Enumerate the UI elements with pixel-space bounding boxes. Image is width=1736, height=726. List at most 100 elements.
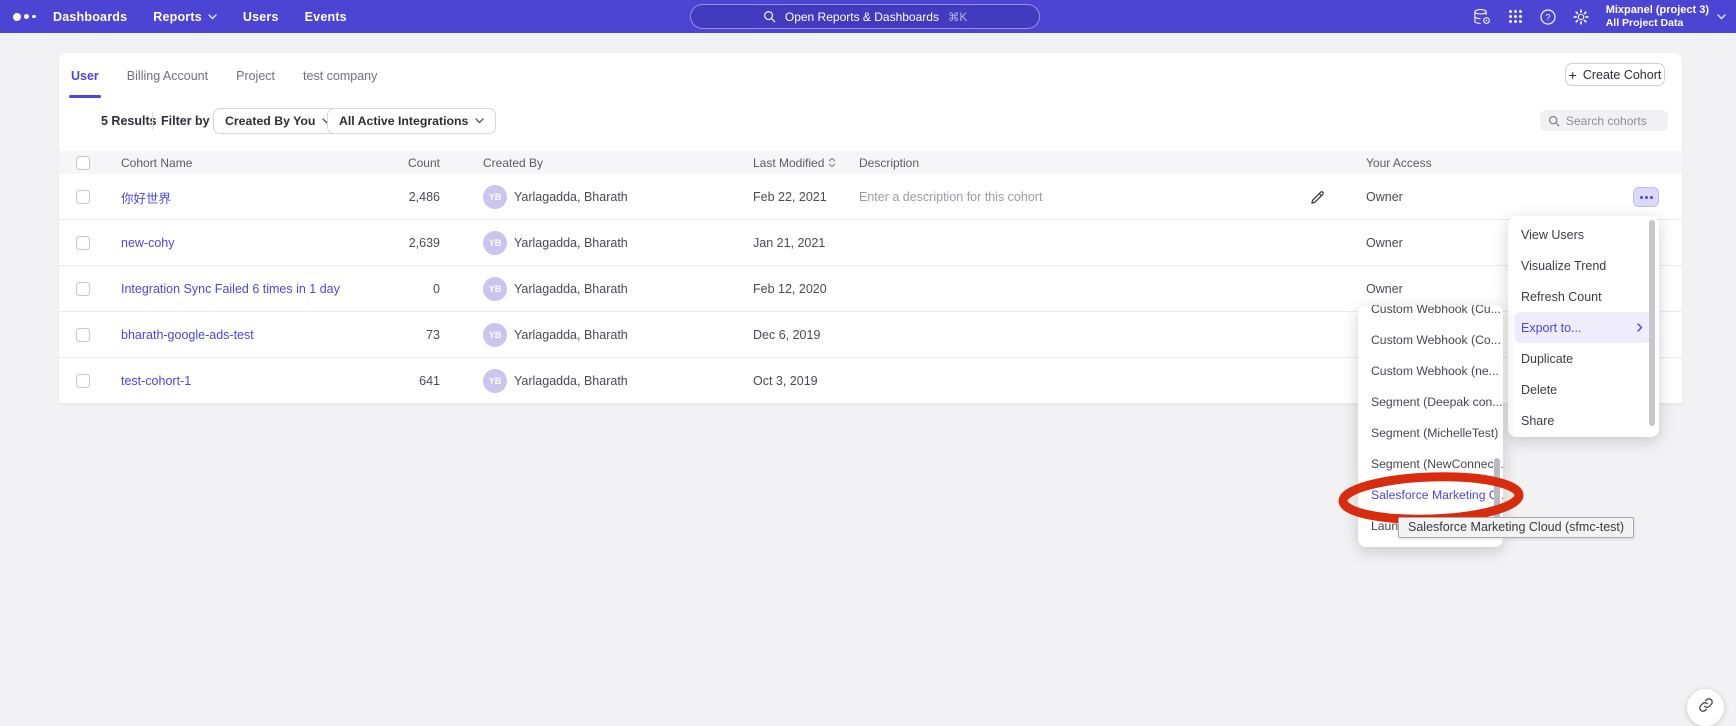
- project-name: Mixpanel (project 3): [1606, 4, 1709, 17]
- tab-project[interactable]: Project: [234, 53, 277, 98]
- cohort-count: 641: [330, 358, 440, 404]
- avatar: YB: [483, 323, 507, 347]
- submenu-item-segment-3[interactable]: Segment (NewConnec...: [1358, 448, 1503, 479]
- select-all-checkbox[interactable]: [76, 156, 90, 170]
- menu-item-duplicate[interactable]: Duplicate: [1508, 343, 1659, 374]
- submenu-scrollbar[interactable]: [1494, 458, 1500, 522]
- submenu-item-salesforce-marketing-cloud[interactable]: Salesforce Marketing C...: [1358, 479, 1503, 510]
- help-icon[interactable]: ?: [1540, 9, 1556, 25]
- cohort-count: 2,639: [330, 220, 440, 266]
- menu-item-refresh-count[interactable]: Refresh Count: [1508, 281, 1659, 312]
- col-created-by: Created By: [483, 151, 543, 174]
- export-to-submenu: Custom Webhook (Cu... Custom Webhook (Co…: [1358, 305, 1503, 547]
- description-placeholder[interactable]: Enter a description for this cohort: [859, 174, 1042, 220]
- data-settings-icon[interactable]: [1472, 8, 1491, 25]
- link-icon: [1698, 697, 1714, 718]
- mixpanel-logo-icon[interactable]: [13, 0, 36, 33]
- menu-item-delete[interactable]: Delete: [1508, 374, 1659, 405]
- project-scope: All Project Data: [1606, 17, 1709, 30]
- creator-name: Yarlagadda, Bharath: [514, 266, 628, 312]
- primary-nav: Dashboards Reports Users Events: [40, 0, 360, 33]
- cohort-name-link[interactable]: test-cohort-1: [121, 374, 191, 388]
- col-count: Count: [330, 151, 440, 174]
- submenu-item-custom-webhook-2[interactable]: Custom Webhook (Co...: [1358, 324, 1503, 355]
- menu-item-share[interactable]: Share: [1508, 405, 1659, 436]
- avatar: YB: [483, 369, 507, 393]
- access-level: Owner: [1366, 220, 1403, 266]
- col-description: Description: [859, 151, 919, 174]
- filter-by-label: Filter by: [161, 108, 210, 134]
- nav-events[interactable]: Events: [292, 0, 360, 33]
- table-row: new-cohy 2,639 YB Yarlagadda, Bharath Ja…: [59, 220, 1682, 266]
- submenu-item-segment-2[interactable]: Segment (MichelleTest): [1358, 417, 1503, 448]
- search-cohorts-input[interactable]: [1566, 114, 1660, 128]
- navbar-right: ? Mixpanel (project 3) All Project Data: [1472, 0, 1726, 33]
- divider: [152, 112, 153, 130]
- creator-name: Yarlagadda, Bharath: [514, 358, 628, 404]
- row-context-menu: View Users Visualize Trend Refresh Count…: [1508, 216, 1659, 437]
- access-level: Owner: [1366, 174, 1403, 220]
- cohort-name-link[interactable]: bharath-google-ads-test: [121, 328, 254, 342]
- row-more-options-button[interactable]: [1633, 187, 1659, 207]
- submenu-item-custom-webhook-1[interactable]: Custom Webhook (Cu...: [1358, 305, 1503, 324]
- tab-test-company[interactable]: test company: [301, 53, 379, 98]
- submenu-item-custom-webhook-3[interactable]: Custom Webhook (ne...: [1358, 355, 1503, 386]
- cohort-count: 0: [330, 266, 440, 312]
- cohort-name-link[interactable]: new-cohy: [121, 236, 175, 250]
- avatar: YB: [483, 185, 507, 209]
- global-search-bar[interactable]: Open Reports & Dashboards ⌘K: [690, 4, 1040, 29]
- menu-item-view-users[interactable]: View Users: [1508, 219, 1659, 250]
- tab-billing-account[interactable]: Billing Account: [125, 53, 210, 98]
- col-cohort-name: Cohort Name: [121, 151, 192, 174]
- plus-icon: +: [1569, 68, 1577, 82]
- share-link-button[interactable]: [1687, 689, 1724, 726]
- row-checkbox[interactable]: [76, 190, 90, 204]
- submenu-item-segment-1[interactable]: Segment (Deepak con...: [1358, 386, 1503, 417]
- top-navbar: Dashboards Reports Users Events Open Rep…: [0, 0, 1736, 33]
- menu-item-export-to[interactable]: Export to...: [1515, 312, 1652, 343]
- creator-name: Yarlagadda, Bharath: [514, 220, 628, 266]
- menu-scrollbar[interactable]: [1649, 220, 1655, 426]
- menu-item-visualize-trend[interactable]: Visualize Trend: [1508, 250, 1659, 281]
- chevron-down-icon: [1717, 14, 1726, 20]
- chevron-down-icon: [475, 118, 484, 124]
- results-count: 5 Results: [101, 108, 157, 134]
- svg-text:?: ?: [1545, 12, 1550, 22]
- row-checkbox[interactable]: [76, 374, 90, 388]
- sort-icon: [828, 157, 836, 168]
- last-modified: Dec 6, 2019: [753, 312, 820, 358]
- create-cohort-button[interactable]: + Create Cohort: [1565, 63, 1665, 86]
- last-modified: Oct 3, 2019: [753, 358, 818, 404]
- global-search-placeholder: Open Reports & Dashboards: [785, 10, 939, 24]
- col-your-access: Your Access: [1366, 151, 1432, 174]
- nav-users[interactable]: Users: [230, 0, 292, 33]
- nav-reports[interactable]: Reports: [140, 0, 230, 33]
- project-switcher[interactable]: Mixpanel (project 3) All Project Data: [1606, 4, 1726, 30]
- search-shortcut-hint: ⌘K: [948, 10, 967, 24]
- last-modified: Feb 22, 2021: [753, 174, 827, 220]
- creator-name: Yarlagadda, Bharath: [514, 312, 628, 358]
- search-icon: [1548, 115, 1560, 127]
- creator-name: Yarlagadda, Bharath: [514, 174, 628, 220]
- tab-bar: User Billing Account Project test compan…: [69, 53, 379, 98]
- tab-user[interactable]: User: [69, 53, 101, 98]
- integrations-filter-dropdown[interactable]: All Active Integrations: [327, 108, 496, 134]
- row-checkbox[interactable]: [76, 328, 90, 342]
- table-header: Cohort Name Count Created By Last Modifi…: [59, 151, 1682, 174]
- col-last-modified[interactable]: Last Modified: [753, 151, 836, 174]
- apps-grid-icon[interactable]: [1508, 9, 1523, 24]
- search-icon: [763, 10, 776, 23]
- cohort-name-link[interactable]: Integration Sync Failed 6 times in 1 day: [121, 282, 340, 296]
- settings-gear-icon[interactable]: [1573, 9, 1589, 25]
- row-checkbox[interactable]: [76, 236, 90, 250]
- chevron-right-icon: [1637, 323, 1643, 332]
- created-by-filter-dropdown[interactable]: Created By You: [213, 108, 343, 134]
- row-checkbox[interactable]: [76, 282, 90, 296]
- table-row: 你好世界 2,486 YB Yarlagadda, Bharath Feb 22…: [59, 174, 1682, 220]
- edit-pencil-icon[interactable]: [1309, 174, 1326, 220]
- cohort-count: 2,486: [330, 174, 440, 220]
- nav-dashboards[interactable]: Dashboards: [40, 0, 140, 33]
- search-cohorts-field[interactable]: [1540, 110, 1668, 131]
- cohort-name-link[interactable]: 你好世界: [121, 188, 171, 207]
- last-modified: Jan 21, 2021: [753, 220, 825, 266]
